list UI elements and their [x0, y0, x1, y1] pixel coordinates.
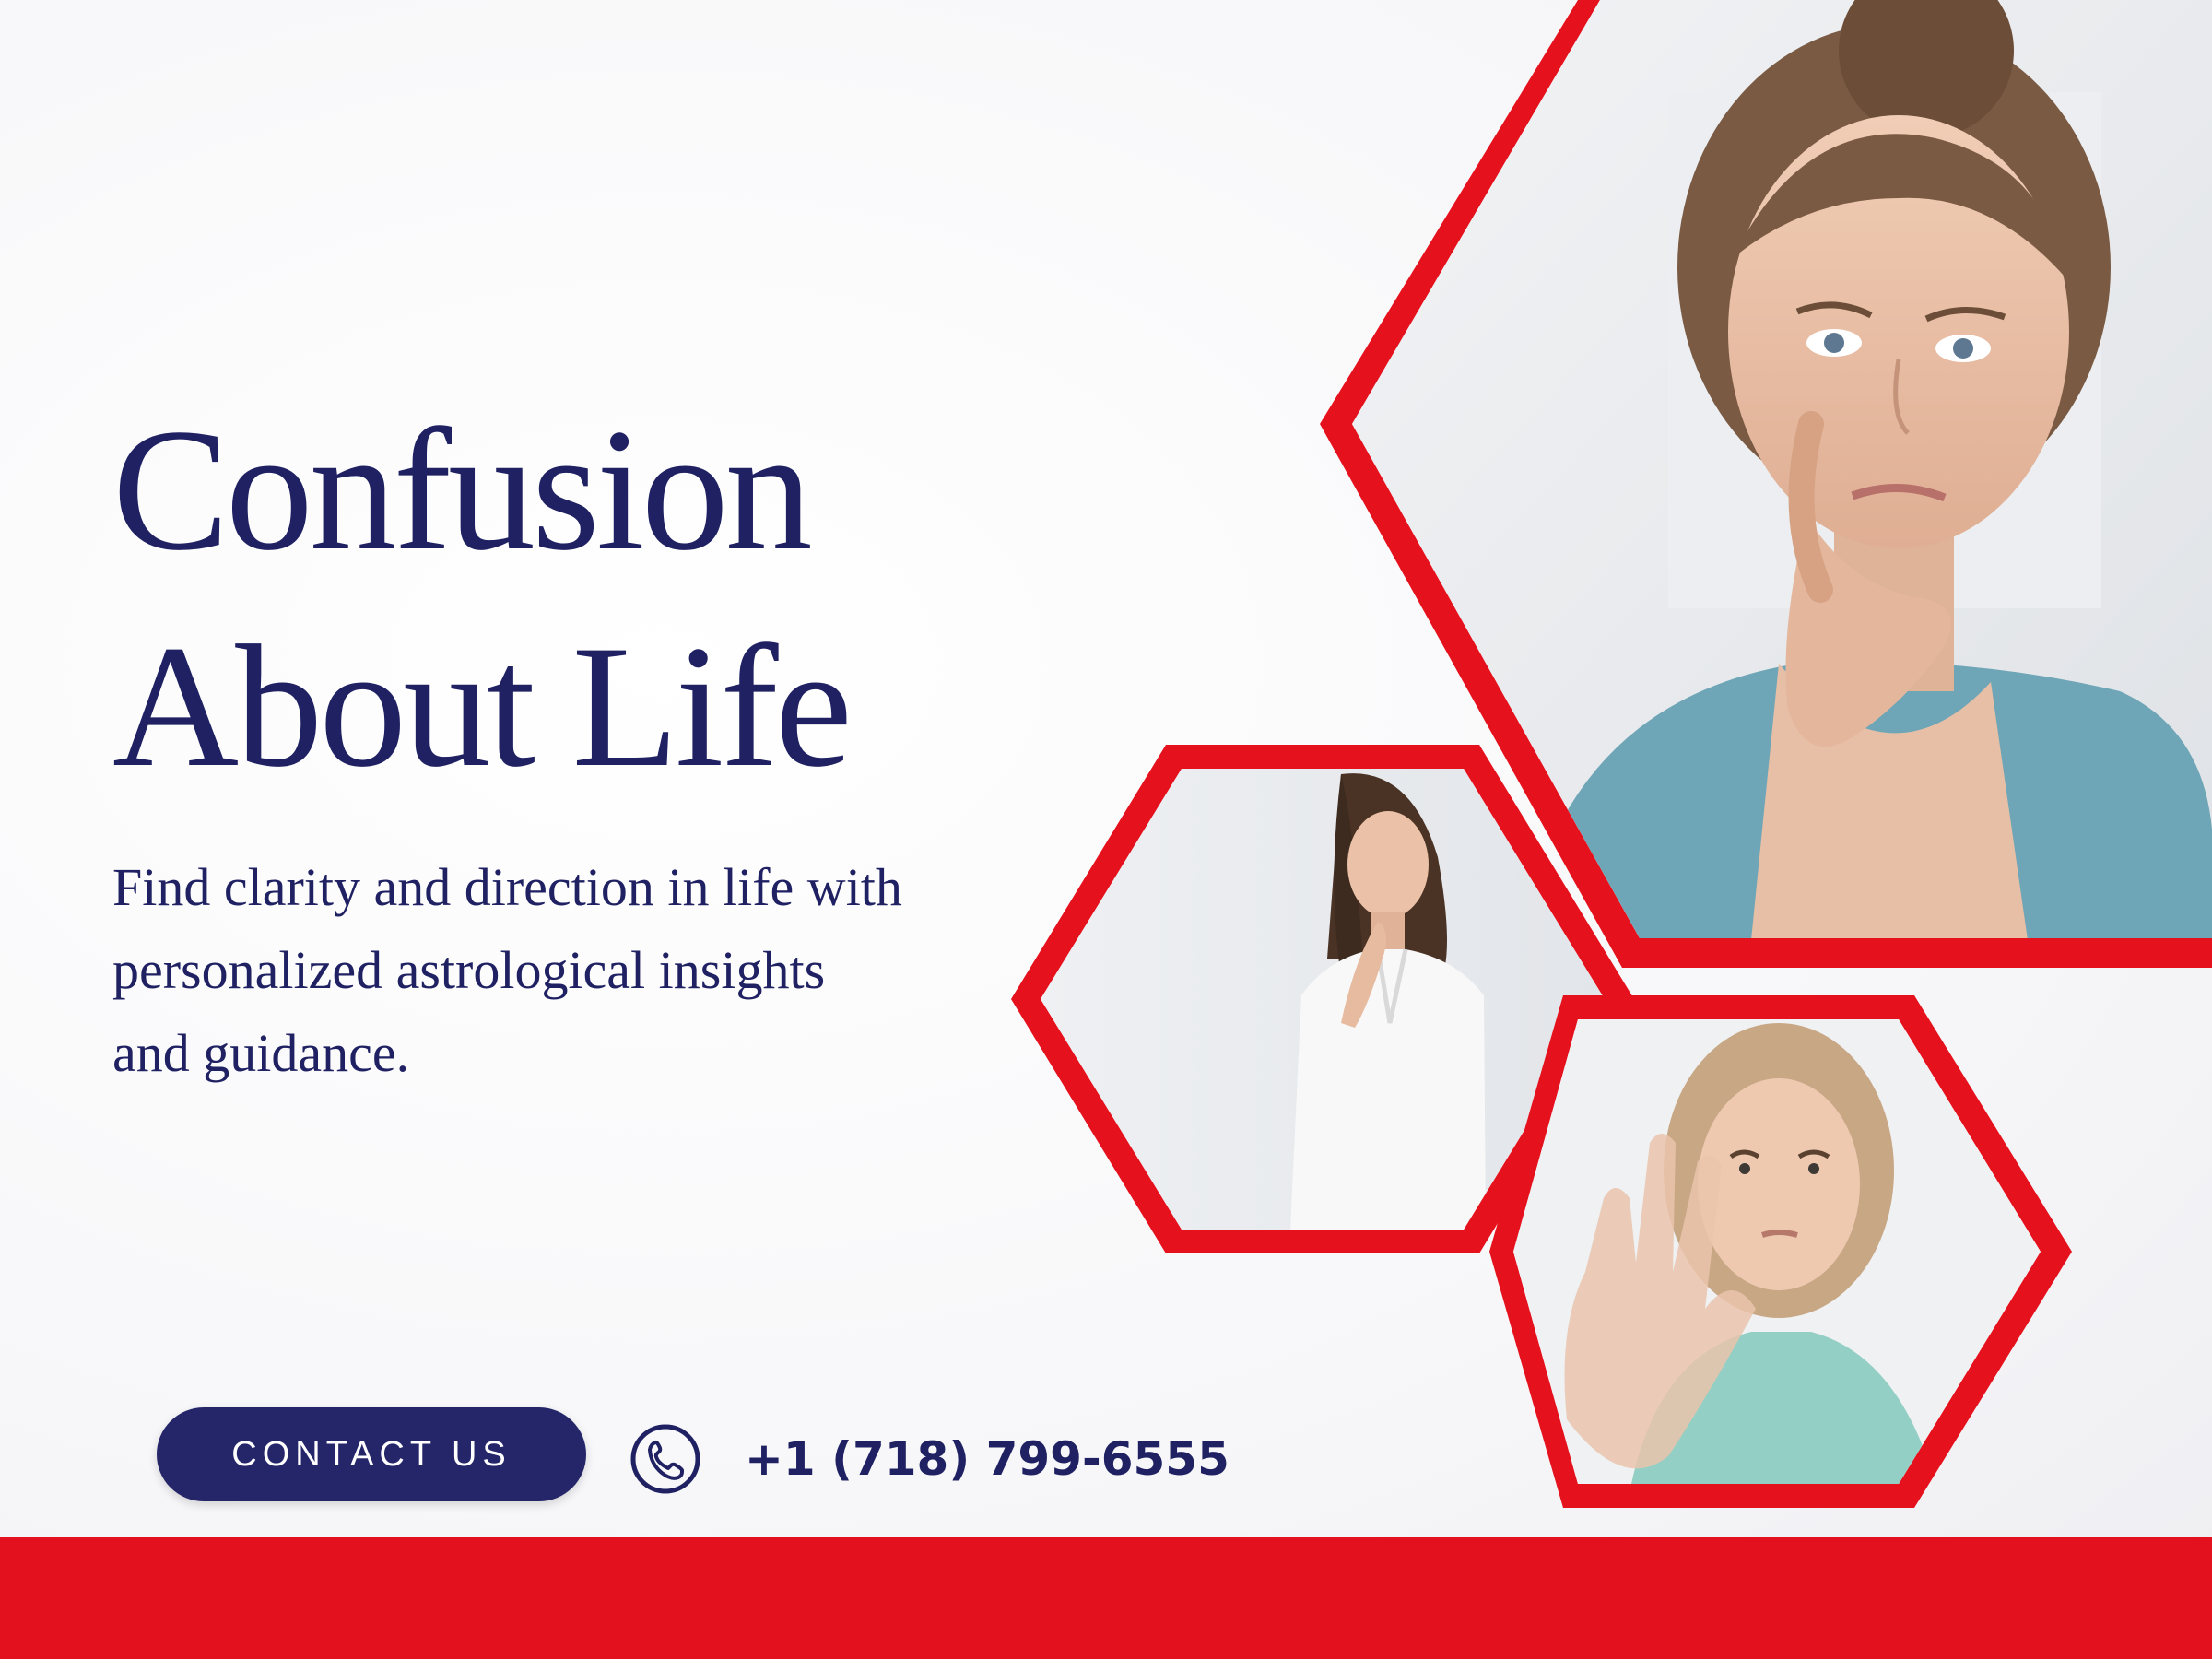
- title-line-2: About Life: [112, 610, 853, 804]
- phone-icon[interactable]: [629, 1422, 702, 1496]
- page-title: Confusion About Life: [112, 382, 1034, 816]
- hero-description: Find clarity and direction in life with …: [112, 846, 1089, 1095]
- phone-number-link[interactable]: +1 (718) 799-6555: [745, 1427, 1230, 1491]
- description-line-1: Find clarity and direction in life with: [112, 857, 902, 917]
- title-line-1: Confusion: [112, 394, 813, 587]
- description-line-3: and guidance.: [112, 1023, 410, 1083]
- contact-us-button[interactable]: CONTACT US: [157, 1407, 586, 1501]
- description-line-2: personalized astrological insights: [112, 940, 826, 1000]
- footer-bar: [0, 1537, 2212, 1659]
